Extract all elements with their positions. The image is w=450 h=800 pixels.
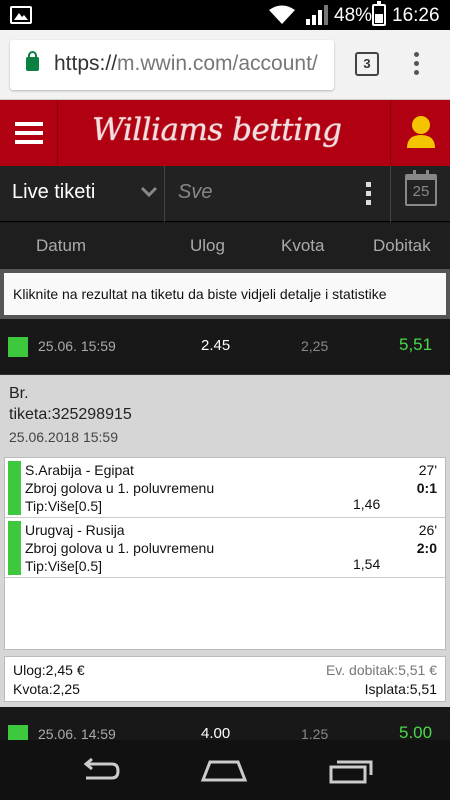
ticket-number-value: tiketa:325298915 [9, 406, 132, 423]
ticket-row[interactable]: 25.06. 15:59 2.45 2,25 5,51 [0, 319, 450, 375]
ticket-type-label: Live tiketi [12, 181, 96, 203]
recent-apps-icon[interactable] [328, 758, 374, 784]
ticket-number-label: Br. [9, 385, 29, 402]
ticket-number: Br. tiketa:325298915 [9, 383, 132, 425]
ticket-datetime: 25.06.2018 15:59 [9, 429, 118, 445]
summary-potential-win: Ev. dobitak:5,51 € [325, 662, 437, 678]
match-item[interactable]: S.Arabija - Egipat Zbroj golova u 1. pol… [5, 458, 445, 518]
status-filter[interactable]: Sve [178, 181, 212, 204]
ticket-detail: Br. tiketa:325298915 25.06.2018 15:59 S.… [0, 375, 450, 707]
address-bar[interactable]: https://m.wwin.com/account/ [10, 40, 334, 90]
column-date: Datum [36, 236, 87, 255]
ticket-type-dropdown[interactable]: Live tiketi [0, 166, 165, 222]
match-tip: Tip:Više[0.5] [25, 558, 103, 574]
summary-odds: Kvota:2,25 [13, 681, 80, 697]
match-odds: 1,46 [353, 496, 381, 512]
chevron-down-icon [140, 186, 158, 198]
browser-menu-icon[interactable] [414, 52, 420, 78]
calendar-icon: 25 [405, 170, 437, 206]
match-teams: Urugvaj - Rusija [25, 522, 125, 538]
match-tip: Tip:Više[0.5] [25, 498, 103, 514]
url-scheme: https:// [54, 52, 118, 75]
filter-bar: Live tiketi Sve 25 [0, 166, 450, 222]
column-win: Dobitak [373, 236, 431, 255]
match-minute: 27' [418, 462, 437, 478]
match-minute: 26' [418, 522, 437, 538]
more-options-icon[interactable] [366, 182, 372, 209]
match-score[interactable]: 2:0 [417, 540, 437, 556]
home-icon[interactable] [200, 758, 248, 782]
user-account-button[interactable] [390, 100, 450, 166]
signal-icon [306, 5, 328, 25]
gallery-icon [10, 6, 32, 24]
lock-icon [26, 51, 39, 71]
match-item[interactable]: Urugvaj - Rusija Zbroj golova u 1. poluv… [5, 518, 445, 578]
info-banner: Kliknite na rezultat na tiketu da biste … [0, 269, 450, 319]
match-teams: S.Arabija - Egipat [25, 462, 134, 478]
hamburger-menu-icon[interactable] [0, 100, 58, 166]
match-list: S.Arabija - Egipat Zbroj golova u 1. pol… [4, 457, 446, 650]
match-market: Zbroj golova u 1. poluvremenu [25, 480, 215, 496]
user-icon [407, 116, 435, 148]
ticket-status-indicator [8, 337, 28, 357]
ticket-date: 25.06. 15:59 [38, 338, 116, 354]
url-text: https://m.wwin.com/account/ [54, 52, 318, 76]
browser-toolbar: https://m.wwin.com/account/ 3 [0, 30, 450, 100]
match-odds: 1,54 [353, 556, 381, 572]
match-status-bar [8, 521, 21, 575]
column-stake: Ulog [190, 236, 225, 255]
summary-stake: Ulog:2,45 € [13, 662, 85, 678]
system-nav-bar [0, 740, 450, 800]
ticket-summary: Ulog:2,45 € Kvota:2,25 Ev. dobitak:5,51 … [4, 656, 446, 702]
ticket-odds: 2,25 [301, 338, 329, 354]
status-bar: 48% 16:26 [0, 0, 450, 30]
back-icon[interactable] [78, 758, 122, 784]
info-message: Kliknite na rezultat na tiketu da biste … [4, 273, 446, 315]
battery-percent: 48% [334, 5, 373, 26]
column-header: Datum Ulog Kvota Dobitak [0, 223, 450, 269]
site-header: Williams betting [0, 100, 450, 166]
tab-switcher-button[interactable]: 3 [355, 52, 379, 76]
url-path: m.wwin.com/account/ [117, 52, 318, 75]
match-score[interactable]: 0:1 [417, 480, 437, 496]
column-odds: Kvota [281, 236, 325, 255]
match-market: Zbroj golova u 1. poluvremenu [25, 540, 215, 556]
clock: 16:26 [392, 5, 440, 26]
calendar-button[interactable]: 25 [390, 166, 450, 222]
summary-payout: Isplata:5,51 [364, 681, 437, 697]
battery-icon [372, 1, 386, 26]
site-logo[interactable]: Williams betting [92, 112, 342, 156]
ticket-stake: 2.45 [201, 337, 231, 354]
ticket-win: 5,51 [399, 335, 433, 354]
wifi-icon [269, 5, 295, 24]
match-status-bar [8, 461, 21, 515]
